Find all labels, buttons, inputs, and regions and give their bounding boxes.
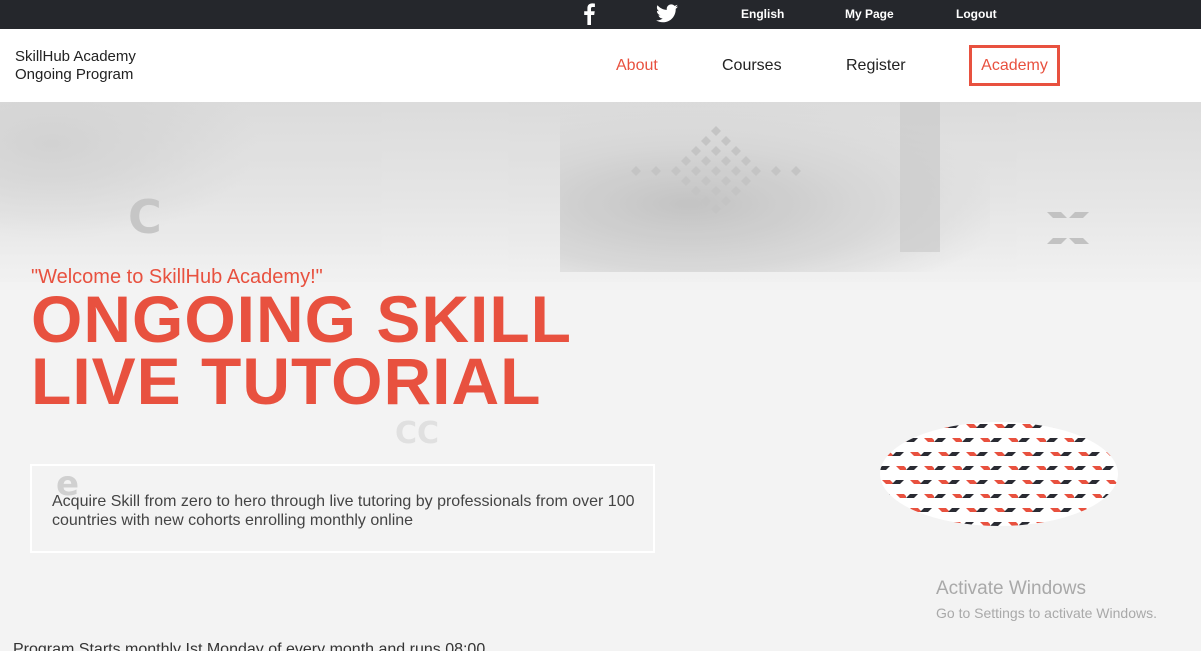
watermark-title: Activate Windows [936,578,1086,599]
brand-tagline: Ongoing Program [15,66,134,83]
headline-line-2: LIVE TUTORIAL [31,344,542,418]
description-box: Acquire Skill from zero to hero through … [30,464,655,553]
my-page-link[interactable]: My Page [845,7,894,21]
site-header: SkillHub Academy Ongoing Program About C… [0,29,1201,102]
watermark-subtitle: Go to Settings to activate Windows. [936,605,1157,621]
windows-activation-watermark: Activate Windows Go to Settings to activ… [936,578,1157,621]
nav-register[interactable]: Register [846,57,906,75]
facebook-icon[interactable] [582,3,596,25]
nav-about[interactable]: About [616,57,658,75]
nav-courses[interactable]: Courses [722,57,782,75]
decorative-cc-glyph: CC [395,416,440,451]
decorative-c-glyph: C [128,190,162,244]
logout-link[interactable]: Logout [956,7,997,21]
decorative-grey-diamond-grid [631,126,801,214]
top-utility-bar: English My Page Logout [0,0,1201,29]
hero-section: C CC e "Welcome to SkillHub Academy!" ON… [0,102,1201,651]
decorative-x-mark [1047,212,1089,244]
nav-academy[interactable]: Academy [969,45,1060,86]
hero-description: Acquire Skill from zero to hero through … [52,493,635,529]
brand-name: SkillHub Academy [15,48,136,65]
language-link-english[interactable]: English [741,7,784,21]
twitter-icon[interactable] [656,4,678,23]
brand-logo-text[interactable]: SkillHub Academy Ongoing Program [15,48,136,84]
decorative-diamond-pattern-oval [880,422,1118,526]
hero-headline: ONGOING SKILL LIVE TUTORIAL [31,282,572,418]
headline-line-1: ONGOING SKILL [31,282,572,356]
hero-background-photo [0,102,1201,282]
program-schedule-note: Program Starts monthly Ist Monday of eve… [13,641,486,651]
